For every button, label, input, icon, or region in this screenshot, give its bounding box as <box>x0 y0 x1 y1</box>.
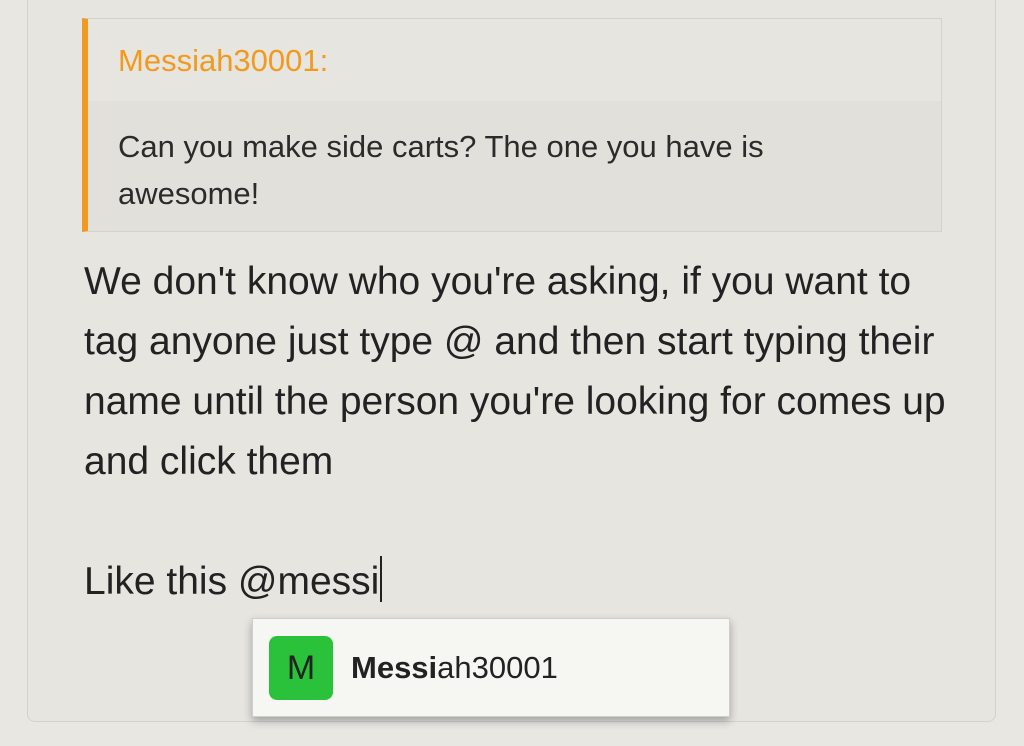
mention-suggestion-item[interactable]: M Messiah30001 <box>269 636 558 700</box>
typed-mention-text: Like this @messi <box>84 560 380 603</box>
message-text-area[interactable]: We don't know who you're asking, if you … <box>84 252 964 612</box>
typed-line: Like this @messi <box>84 552 964 612</box>
mention-suggestions-popup: M Messiah30001 <box>252 618 730 717</box>
quote-header: Messiah30001: <box>88 19 941 101</box>
text-cursor <box>380 556 383 602</box>
user-avatar: M <box>269 636 333 700</box>
quote-author[interactable]: Messiah30001: <box>118 43 328 79</box>
mention-rest-text: ah30001 <box>437 650 558 685</box>
message-body: We don't know who you're asking, if you … <box>84 260 957 483</box>
mention-username: Messiah30001 <box>351 650 558 686</box>
mention-match-text: Messi <box>351 650 438 685</box>
quoted-post: Messiah30001: Can you make side carts? T… <box>82 18 942 232</box>
quote-text: Can you make side carts? The one you hav… <box>118 129 764 211</box>
